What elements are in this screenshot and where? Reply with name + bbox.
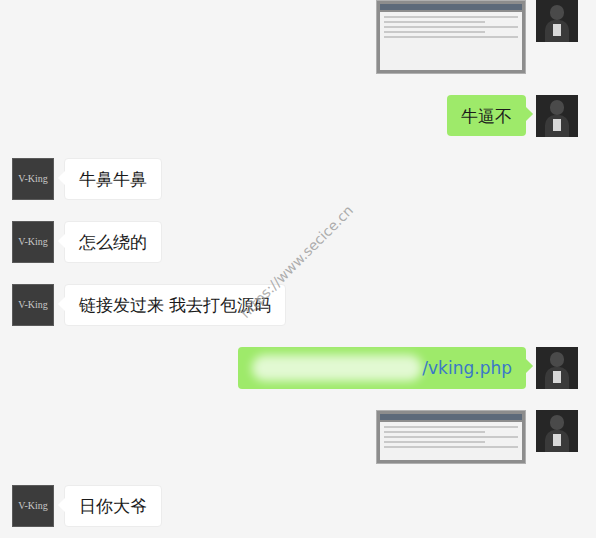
- text-message[interactable]: 日你大爷: [64, 485, 162, 527]
- avatar-label: V-King: [18, 300, 48, 310]
- self-avatar[interactable]: [536, 95, 578, 137]
- text-message[interactable]: 牛鼻牛鼻: [64, 158, 162, 200]
- text-message[interactable]: 牛逼不: [447, 95, 526, 136]
- avatar-label: V-King: [18, 237, 48, 247]
- contact-avatar[interactable]: V-King: [12, 221, 54, 263]
- link-message[interactable]: /vking.php: [238, 347, 526, 389]
- message-row: [0, 410, 596, 464]
- bubble-tail-icon: [519, 359, 533, 373]
- thumb-toolbar-icon: [380, 4, 522, 10]
- thumb-line-icon: [384, 431, 485, 433]
- watermark: https://www.secice.cn: [236, 201, 359, 324]
- image-message[interactable]: [376, 0, 526, 74]
- avatar-head-icon: [550, 415, 564, 430]
- message-row: V-King 链接发过来 我去打包源码: [0, 284, 596, 326]
- thumb-line-icon: [384, 31, 485, 33]
- message-text: 牛逼不: [461, 104, 512, 128]
- contact-avatar[interactable]: V-King: [12, 284, 54, 326]
- avatar-shirt-icon: [553, 119, 561, 131]
- self-avatar[interactable]: [536, 347, 578, 389]
- avatar-head-icon: [550, 100, 564, 115]
- text-message[interactable]: 怎么绕的: [64, 221, 162, 263]
- message-row: V-King 牛鼻牛鼻: [0, 158, 596, 200]
- avatar-head-icon: [550, 352, 564, 367]
- thumb-line-icon: [384, 36, 518, 38]
- contact-avatar[interactable]: V-King: [12, 485, 54, 527]
- thumb-line-icon: [384, 441, 485, 443]
- bubble-tail-icon: [58, 297, 72, 311]
- message-row: V-King 日你大爷: [0, 485, 596, 527]
- bubble-tail-icon: [58, 171, 72, 185]
- avatar-head-icon: [550, 5, 564, 20]
- link-text[interactable]: /vking.php: [422, 356, 512, 380]
- thumb-line-icon: [384, 446, 518, 448]
- thumb-line-icon: [384, 16, 518, 18]
- thumb-toolbar-icon: [380, 414, 522, 420]
- avatar-shirt-icon: [553, 24, 561, 36]
- message-text: 链接发过来 我去打包源码: [79, 293, 271, 317]
- redacted-blur: [252, 355, 422, 381]
- message-row: [0, 0, 596, 74]
- avatar-label: V-King: [18, 174, 48, 184]
- thumb-line-icon: [384, 26, 518, 28]
- thumb-line-icon: [384, 21, 485, 23]
- self-avatar[interactable]: [536, 0, 578, 42]
- thumb-page-icon: [380, 12, 522, 70]
- self-avatar[interactable]: [536, 410, 578, 452]
- message-row: /vking.php: [0, 347, 596, 389]
- image-message[interactable]: [376, 410, 526, 464]
- message-text: 牛鼻牛鼻: [79, 167, 147, 191]
- thumb-line-icon: [384, 426, 518, 428]
- bubble-tail-icon: [58, 498, 72, 512]
- text-message[interactable]: 链接发过来 我去打包源码: [64, 284, 286, 326]
- contact-avatar[interactable]: V-King: [12, 158, 54, 200]
- thumb-line-icon: [384, 436, 518, 438]
- thumb-page-icon: [380, 422, 522, 460]
- message-text: 怎么绕的: [79, 230, 147, 254]
- avatar-shirt-icon: [553, 371, 561, 383]
- avatar-label: V-King: [18, 501, 48, 511]
- message-row: 牛逼不: [0, 95, 596, 137]
- avatar-shirt-icon: [553, 434, 561, 446]
- bubble-tail-icon: [519, 107, 533, 121]
- message-text: 日你大爷: [79, 494, 147, 518]
- message-row: V-King 怎么绕的: [0, 221, 596, 263]
- bubble-tail-icon: [58, 234, 72, 248]
